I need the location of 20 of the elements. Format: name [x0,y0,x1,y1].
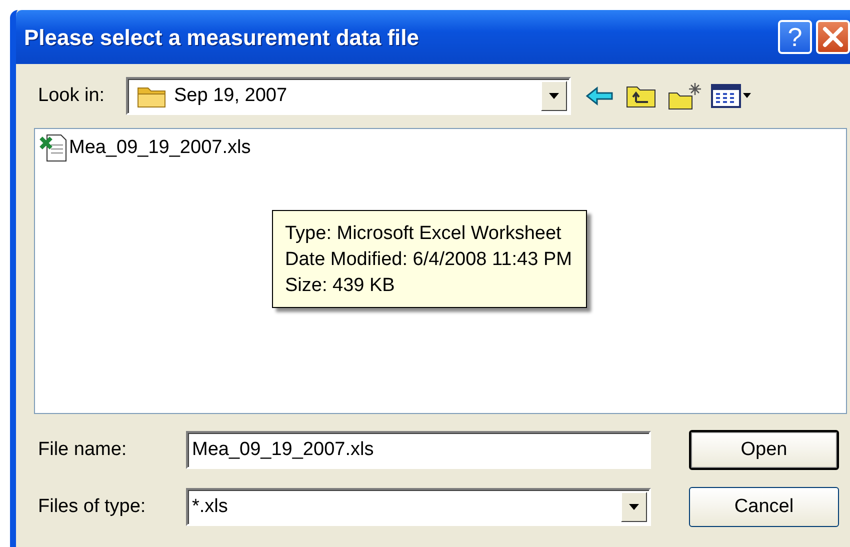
file-name-label: File name: [38,438,128,462]
back-arrow-icon[interactable] [585,85,615,107]
view-menu-icon[interactable] [711,84,753,108]
cancel-button[interactable]: Cancel [689,487,839,527]
file-item[interactable]: Mea_09_19_2007.xls [39,133,842,163]
caret-icon [548,92,560,100]
caret-icon [628,503,640,511]
new-folder-icon[interactable] [667,81,703,111]
files-of-type-label: Files of type: [38,494,147,519]
open-button[interactable]: Open [689,430,839,470]
close-button[interactable] [816,20,850,54]
file-type-dropdown[interactable]: *.xls [186,488,651,526]
help-button[interactable]: ? [778,20,812,54]
file-info-tooltip: Type: Microsoft Excel Worksheet Date Modified: 6/4/2008 11:43 PM Size: 439 KB [272,210,587,308]
spreadsheet-icon [39,133,69,163]
look-in-dropdown[interactable]: Sep 19, 2007 [126,77,571,115]
file-name-field[interactable]: Mea_09_19_2007.xls [186,431,651,469]
look-in-label: Look in: [38,84,106,108]
window-title: Please select a measurement data file [24,24,420,52]
close-icon [822,26,844,48]
